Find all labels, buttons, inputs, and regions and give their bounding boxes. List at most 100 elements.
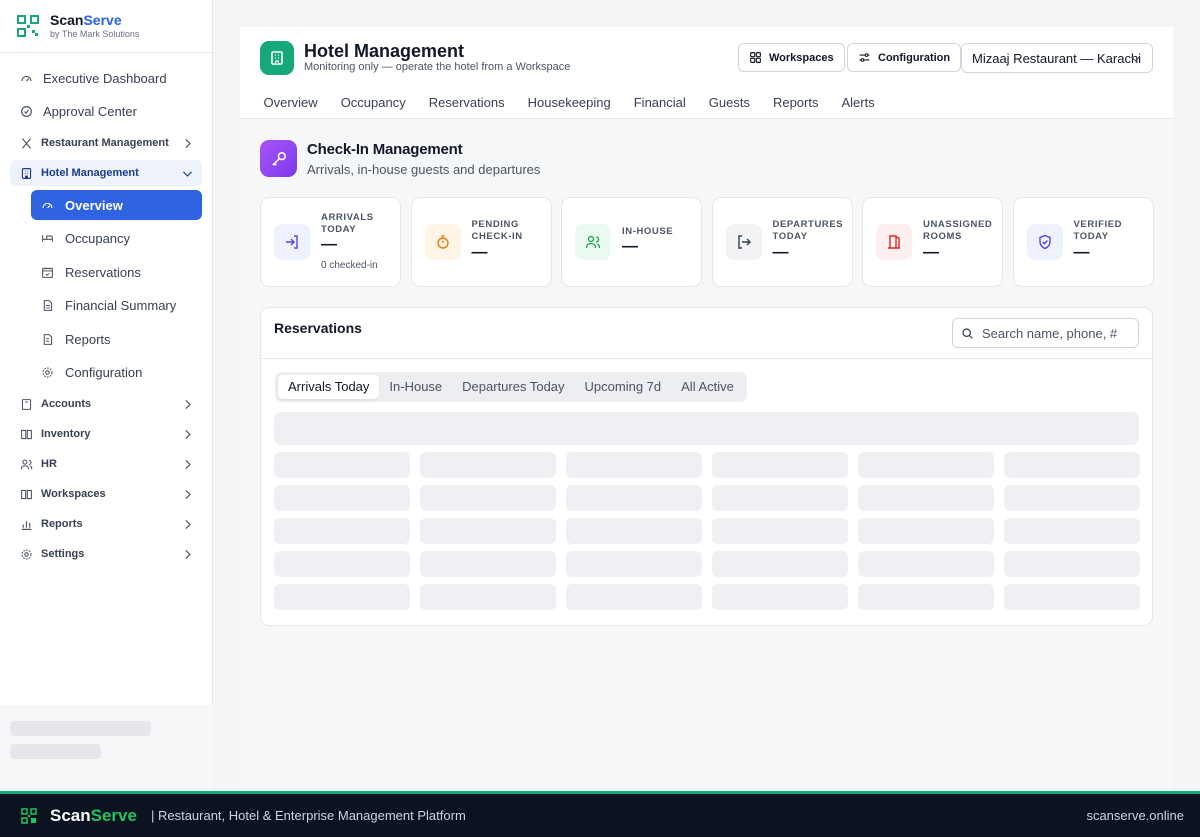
- skeleton-cell: [566, 485, 702, 511]
- button-label: Workspaces: [769, 51, 834, 64]
- sidebar-group-hotel-management[interactable]: Hotel Management: [10, 160, 202, 186]
- skeleton-cell: [1004, 518, 1140, 544]
- brand[interactable]: ScanServe by The Mark Solutions: [0, 0, 212, 53]
- stat-note: 0 checked-in: [321, 260, 378, 271]
- grid-icon: [749, 51, 762, 64]
- hotel-submenu: Overview Occupancy Reservations Financia…: [10, 190, 202, 388]
- sidebar-item-reports[interactable]: Reports: [31, 324, 202, 354]
- stat-label: IN-HOUSE: [622, 226, 674, 237]
- main-panel: Hotel Management Monitoring only — opera…: [240, 27, 1173, 791]
- skeleton-cell: [566, 551, 702, 577]
- chevron-down-icon: [181, 167, 194, 180]
- tab-guests[interactable]: Guests: [697, 95, 761, 117]
- skeleton-cell: [420, 485, 556, 511]
- skeleton-cell: [712, 485, 848, 511]
- sidebar-group-workspaces[interactable]: Workspaces: [10, 481, 202, 507]
- header-tabs: Overview Occupancy Reservations Housekee…: [252, 95, 886, 117]
- skeleton-cell: [858, 452, 994, 478]
- filter-in-house[interactable]: In-House: [379, 375, 452, 399]
- skeleton-cell: [1004, 485, 1140, 511]
- filter-arrivals-today[interactable]: Arrivals Today: [278, 375, 380, 399]
- sidebar-group-settings[interactable]: Settings: [10, 541, 202, 567]
- skeleton-cell: [858, 518, 994, 544]
- chevron-right-icon: [181, 488, 194, 501]
- filter-departures-today[interactable]: Departures Today: [452, 375, 574, 399]
- filter-upcoming-7d[interactable]: Upcoming 7d: [575, 375, 672, 399]
- footer: ScanServe | Restaurant, Hotel & Enterpri…: [0, 791, 1200, 837]
- stat-card-departures: DEPARTURES TODAY —: [711, 197, 853, 287]
- reservations-card: Reservations Arrivals Today In-House Dep…: [260, 307, 1153, 626]
- stat-card-in-house: IN-HOUSE —: [561, 197, 702, 287]
- sidebar-item-financial-summary[interactable]: Financial Summary: [31, 291, 202, 321]
- qr-logo-icon: [17, 15, 39, 37]
- reservations-card-header: Reservations: [261, 308, 1152, 359]
- sidebar-group-inventory[interactable]: Inventory: [10, 421, 202, 447]
- skeleton-cell: [858, 485, 994, 511]
- skeleton-cell: [1004, 551, 1140, 577]
- search-input[interactable]: [982, 325, 1132, 341]
- filter-all-active[interactable]: All Active: [671, 375, 744, 399]
- stat-card-verified: VERIFIED TODAY —: [1012, 197, 1154, 287]
- sidebar-item-approval-center[interactable]: Approval Center: [10, 97, 202, 127]
- sidebar-group-restaurant-management[interactable]: Restaurant Management: [10, 130, 202, 156]
- sidebar-group-label: Hotel Management: [41, 167, 139, 179]
- chevron-right-icon: [181, 518, 194, 531]
- sidebar-item-label: Reports: [65, 331, 111, 347]
- calendar-icon: [41, 266, 54, 279]
- skeleton-cell: [858, 551, 994, 577]
- page-title: Hotel Management: [304, 41, 465, 61]
- sidebar-item-reservations[interactable]: Reservations: [31, 257, 202, 287]
- book-icon: [20, 398, 33, 411]
- door-icon: [876, 224, 912, 260]
- sliders-icon: [858, 51, 871, 64]
- stat-value: —: [772, 244, 789, 261]
- table-rows-skeleton: [274, 452, 1140, 610]
- workspaces-button[interactable]: Workspaces: [738, 43, 845, 72]
- stat-card-unassigned-rooms: UNASSIGNED ROOMS —: [862, 197, 1003, 287]
- skeleton-cell: [274, 584, 410, 610]
- stat-label: PENDING CHECK-IN: [471, 219, 523, 242]
- configuration-button[interactable]: Configuration: [847, 43, 962, 72]
- sidebar-item-label: Occupancy: [65, 231, 131, 246]
- chevron-right-icon: [181, 398, 194, 411]
- stat-value: —: [923, 244, 939, 261]
- tab-overview[interactable]: Overview: [252, 95, 329, 117]
- stats-row: ARRIVALS TODAY — 0 checked-in PENDING CH…: [260, 197, 1154, 287]
- sidebar-group-accounts[interactable]: Accounts: [10, 391, 202, 417]
- sidebar-item-executive-dashboard[interactable]: Executive Dashboard: [10, 63, 202, 93]
- sidebar-group-reports[interactable]: Reports: [10, 511, 202, 537]
- skeleton-cell: [566, 452, 702, 478]
- search-box[interactable]: [952, 318, 1139, 348]
- sidebar-item-label: Approval Center: [43, 104, 137, 119]
- sidebar-group-hr[interactable]: HR: [10, 451, 202, 477]
- tab-financial[interactable]: Financial: [622, 95, 697, 117]
- sidebar-item-overview[interactable]: Overview: [31, 190, 202, 220]
- footer-url[interactable]: scanserve.online: [1086, 808, 1184, 823]
- tab-reservations[interactable]: Reservations: [417, 95, 516, 117]
- tab-occupancy[interactable]: Occupancy: [329, 95, 417, 117]
- stat-label: DEPARTURES TODAY: [772, 219, 844, 242]
- check-circle-icon: [20, 105, 33, 118]
- utensils-icon: [20, 137, 33, 150]
- search-icon: [961, 327, 974, 340]
- chevron-right-icon: [181, 137, 194, 150]
- bed-icon: [41, 232, 54, 245]
- outlet-select[interactable]: Mizaaj Restaurant — Karachi: [961, 43, 1153, 73]
- skeleton-cell: [1004, 452, 1140, 478]
- button-label: Configuration: [878, 51, 951, 64]
- sidebar-group-label: Settings: [41, 548, 85, 560]
- logout-icon: [725, 224, 762, 260]
- tab-reports[interactable]: Reports: [761, 95, 830, 117]
- sidebar-item-occupancy[interactable]: Occupancy: [31, 224, 202, 254]
- book-icon: [20, 488, 33, 501]
- file-icon: [41, 299, 54, 312]
- sidebar-group-label: Inventory: [41, 428, 91, 440]
- chevron-right-icon: [181, 428, 194, 441]
- sidebar-group-label: Reports: [41, 518, 83, 530]
- tab-alerts[interactable]: Alerts: [830, 95, 886, 117]
- gauge-icon: [41, 199, 54, 212]
- reservations-title: Reservations: [274, 320, 362, 336]
- sidebar-item-configuration[interactable]: Configuration: [31, 358, 202, 388]
- tab-housekeeping[interactable]: Housekeeping: [516, 95, 622, 117]
- skeleton-cell: [566, 518, 702, 544]
